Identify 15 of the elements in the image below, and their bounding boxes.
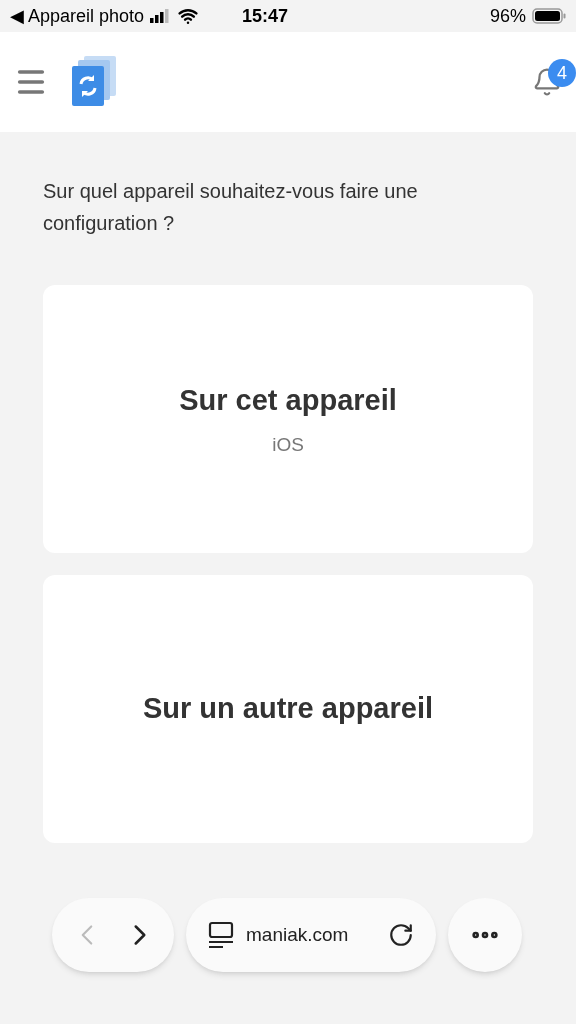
wifi-icon — [178, 6, 199, 26]
status-back-app[interactable]: ◀ Appareil photo — [10, 2, 145, 30]
signal-icon — [150, 9, 171, 23]
option-subtitle: iOS — [272, 432, 304, 457]
device-option-card[interactable]: Sur un autre appareil — [43, 575, 533, 843]
battery-icon — [532, 8, 566, 24]
device-option-card[interactable]: Sur cet appareil iOS — [43, 285, 533, 553]
address-bar[interactable]: maniak.com — [186, 898, 436, 972]
url-text: maniak.com — [246, 922, 349, 947]
notification-badge: 4 — [548, 59, 576, 87]
reload-icon[interactable] — [388, 922, 414, 948]
status-time: 15:47 — [242, 4, 289, 28]
page-menu-icon[interactable] — [208, 921, 234, 949]
question-text: Sur quel appareil souhaitez-vous faire une configuration ? — [43, 179, 419, 236]
battery-percent: 96% — [489, 4, 526, 28]
